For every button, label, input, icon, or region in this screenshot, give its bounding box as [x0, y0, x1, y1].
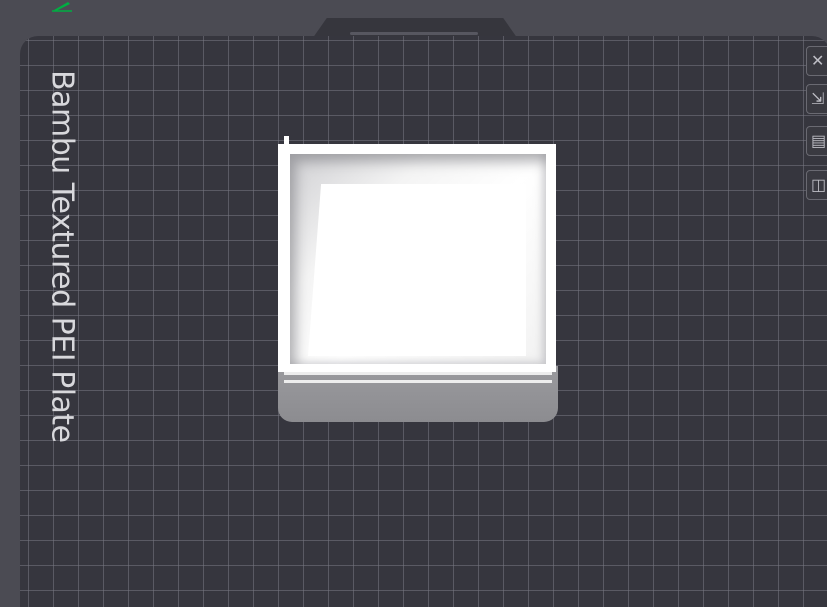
close-icon[interactable]: ✕ [806, 46, 827, 76]
lock-icon[interactable]: ◫ [806, 170, 827, 200]
layers-icon[interactable]: ▤ [806, 126, 827, 156]
model-stripe [284, 372, 552, 375]
plate-label: Bambu Textured PEI Plate [42, 70, 82, 443]
3d-viewport[interactable]: Bambu Textured PEI Plate ✕ ⇲ ▤ ◫ [0, 0, 827, 607]
box-model[interactable] [278, 136, 560, 424]
arrange-icon[interactable]: ⇲ [806, 84, 827, 114]
model-stripe [284, 380, 552, 383]
model-floor [308, 184, 526, 356]
right-toolbar: ✕ ⇲ ▤ ◫ [806, 40, 827, 240]
edit-icon [52, 2, 72, 12]
model-corner [284, 136, 289, 152]
plate-tab-handle [350, 32, 478, 35]
plate-label-text: Bambu Textured PEI Plate [44, 70, 80, 443]
